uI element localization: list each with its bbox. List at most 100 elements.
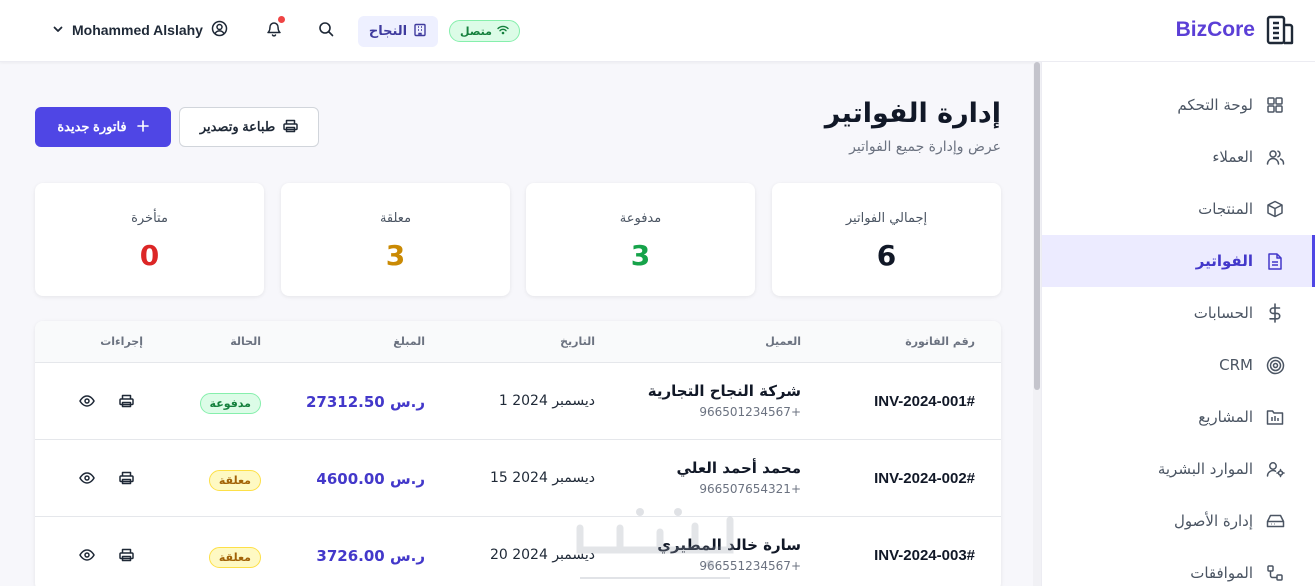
invoice-number[interactable]: INV-2024-001#	[874, 393, 975, 410]
stat-label: مدفوعة	[619, 211, 662, 226]
table-row[interactable]: INV-2024-002# محمد أحمد العلي 9665076543…	[35, 440, 1001, 517]
sidebar-item-label: إدارة الأصول	[1174, 512, 1253, 530]
header-date[interactable]: التاريخ	[560, 335, 595, 348]
sidebar-item-label: الفواتير	[1195, 252, 1253, 270]
stat-label: معلقة	[379, 211, 412, 226]
company-label: النجاح	[368, 24, 408, 39]
office-building-icon	[413, 23, 427, 41]
search-icon	[318, 21, 334, 41]
sidebar-item-label: CRM	[1219, 356, 1253, 374]
print-export-button[interactable]: طباعة وتصدير	[179, 107, 319, 147]
print-invoice-button[interactable]	[116, 545, 136, 565]
box-icon	[1265, 199, 1285, 219]
view-invoice-button[interactable]	[77, 545, 97, 565]
invoice-date: 15 ديسمبر 2024	[489, 470, 595, 486]
sidebar-item-label: العملاء	[1212, 148, 1253, 166]
sidebar-item-dashboard[interactable]: لوحة التحكم	[1042, 79, 1315, 131]
invoice-number[interactable]: INV-2024-002#	[874, 470, 975, 487]
invoice-date: 1 ديسمبر 2024	[498, 393, 595, 409]
status-badge: معلقة	[208, 470, 261, 491]
stat-card-paid: مدفوعة 3	[526, 183, 755, 296]
user-menu[interactable]: Mohammed Alslahy	[52, 20, 228, 40]
header-status[interactable]: الحالة	[230, 335, 261, 348]
new-invoice-label: فاتورة جديدة	[57, 119, 127, 134]
sidebar-item-hr[interactable]: الموارد البشرية	[1042, 443, 1315, 495]
client-phone: 966501234567+	[699, 405, 801, 419]
stat-card-total: إجمالي الفواتير 6	[772, 183, 1001, 296]
client-phone: 966507654321+	[699, 482, 801, 496]
invoice-date: 20 ديسمبر 2024	[489, 547, 595, 563]
eye-icon	[79, 395, 95, 407]
target-icon	[1265, 355, 1285, 375]
sidebar-item-label: الموافقات	[1190, 564, 1253, 582]
invoice-amount: 3726.00 ر.س	[316, 547, 425, 565]
header-actions: إجراءات	[100, 335, 143, 348]
print-invoice-button[interactable]	[116, 468, 136, 488]
company-selector[interactable]: النجاح	[358, 16, 438, 47]
brand-name: BizCore	[1175, 18, 1255, 41]
page-subtitle: عرض وإدارة جميع الفواتير	[849, 139, 1001, 155]
sidebar-item-assets[interactable]: إدارة الأصول	[1042, 495, 1315, 547]
sidebar-item-label: الموارد البشرية	[1157, 460, 1253, 478]
notifications-button[interactable]	[264, 16, 285, 41]
sidebar-item-invoices[interactable]: الفواتير	[1042, 235, 1315, 287]
stat-label: متأخرة	[131, 211, 168, 226]
status-badge: مدفوعة	[199, 393, 261, 414]
new-invoice-button[interactable]: فاتورة جديدة	[35, 107, 171, 147]
search-button[interactable]	[316, 21, 336, 41]
stat-card-overdue: متأخرة 0	[35, 183, 264, 296]
user-cog-icon	[1265, 459, 1285, 479]
stat-card-pending: معلقة 3	[281, 183, 510, 296]
header-invoice-no[interactable]: رقم الفاتورة	[905, 335, 975, 348]
client-name: شركة النجاح التجارية	[647, 382, 801, 400]
header-amount[interactable]: المبلغ	[393, 335, 425, 348]
view-invoice-button[interactable]	[77, 468, 97, 488]
table-row[interactable]: INV-2024-001# شركة النجاح التجارية 96650…	[35, 363, 1001, 440]
sidebar-item-clients[interactable]: العملاء	[1042, 131, 1315, 183]
printer-icon	[118, 394, 134, 408]
invoice-icon	[1265, 251, 1285, 271]
sidebar-item-label: المنتجات	[1198, 200, 1253, 218]
status-label: متصل	[460, 24, 492, 38]
sidebar-item-accounts[interactable]: الحسابات	[1042, 287, 1315, 339]
top-bar: BizCore متصل النجاح Mohammed Alslahy	[0, 0, 1315, 62]
stat-value: 3	[630, 239, 651, 272]
sidebar-item-label: المشاريع	[1198, 408, 1253, 426]
print-invoice-button[interactable]	[116, 391, 136, 411]
workflow-icon	[1265, 563, 1285, 583]
stat-value: 3	[385, 239, 406, 272]
sidebar-item-projects[interactable]: المشاريع	[1042, 391, 1315, 443]
client-name: سارة خالد المطيري	[657, 536, 801, 554]
main-scrollbar-thumb[interactable]	[1034, 62, 1040, 390]
connection-status-badge: متصل	[449, 20, 520, 42]
brand[interactable]: BizCore	[1176, 14, 1295, 46]
header-client[interactable]: العميل	[765, 335, 801, 348]
printer-icon	[118, 548, 134, 562]
client-phone: 966551234567+	[699, 559, 801, 573]
table-header: رقم الفاتورة العميل التاريخ المبلغ الحال…	[35, 321, 1001, 363]
chevron-down-icon	[52, 22, 64, 38]
dashboard-icon	[1265, 95, 1285, 115]
kanban-icon	[1265, 407, 1285, 427]
sidebar-item-approvals[interactable]: الموافقات	[1042, 547, 1315, 586]
status-badge: معلقة	[208, 547, 261, 568]
sidebar-item-crm[interactable]: CRM	[1042, 339, 1315, 391]
user-circle-icon	[211, 20, 228, 40]
table-row[interactable]: INV-2024-003# سارة خالد المطيري 96655123…	[35, 517, 1001, 586]
print-export-label: طباعة وتصدير	[199, 119, 276, 134]
hard-drive-icon	[1265, 511, 1285, 531]
dollar-icon	[1265, 303, 1285, 323]
sidebar-item-label: لوحة التحكم	[1177, 96, 1253, 114]
invoice-number[interactable]: INV-2024-003#	[874, 547, 975, 564]
user-name: Mohammed Alslahy	[72, 22, 203, 38]
invoice-amount: 27312.50 ر.س	[305, 393, 425, 411]
invoice-amount: 4600.00 ر.س	[316, 470, 425, 488]
page-title: إدارة الفواتير	[824, 98, 1001, 129]
view-invoice-button[interactable]	[77, 391, 97, 411]
eye-icon	[79, 549, 95, 561]
printer-icon	[118, 471, 134, 485]
stat-label: إجمالي الفواتير	[845, 211, 928, 226]
building-icon	[1265, 14, 1295, 46]
sidebar-item-products[interactable]: المنتجات	[1042, 183, 1315, 235]
printer-icon	[283, 119, 298, 136]
